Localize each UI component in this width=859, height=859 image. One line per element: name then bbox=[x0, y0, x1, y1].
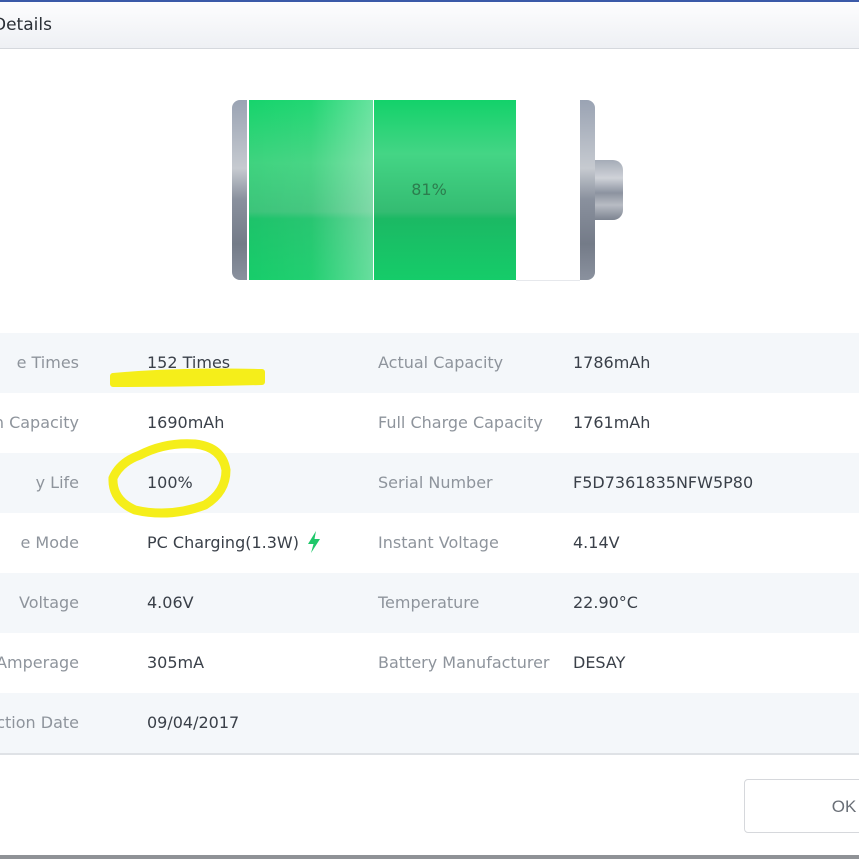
table-row: Voltage 4.06V Temperature 22.90°C bbox=[0, 573, 859, 633]
window-title: Details bbox=[0, 15, 52, 35]
right-value: 1761mAh bbox=[573, 413, 651, 432]
table-row: t Amperage 305mA Battery Manufacturer DE… bbox=[0, 633, 859, 693]
left-value: 4.06V bbox=[147, 593, 194, 612]
left-value: 1690mAh bbox=[147, 413, 225, 432]
right-value: 4.14V bbox=[573, 533, 620, 552]
table-row: e Mode PC Charging(1.3W) Instant Voltage… bbox=[0, 513, 859, 573]
left-value: 305mA bbox=[147, 653, 205, 672]
left-label: Voltage bbox=[18, 593, 79, 612]
battery-cell bbox=[249, 100, 373, 280]
table-row: y Life 100% Serial Number F5D7361835NFW5… bbox=[0, 453, 859, 513]
battery-empty-area bbox=[516, 100, 580, 281]
title-bar[interactable]: Details bbox=[0, 2, 859, 49]
left-value: 100% bbox=[147, 473, 193, 492]
details-table: e Times 152 Times Actual Capacity 1786mA… bbox=[0, 333, 859, 753]
left-label: t Amperage bbox=[0, 653, 79, 672]
left-value: 09/04/2017 bbox=[147, 713, 240, 732]
ok-button[interactable]: OK bbox=[744, 779, 859, 833]
table-divider bbox=[0, 753, 859, 755]
battery-terminal bbox=[595, 160, 623, 220]
left-label: e Mode bbox=[20, 533, 79, 552]
lightning-bolt-icon bbox=[307, 531, 320, 553]
right-label: Instant Voltage bbox=[378, 533, 499, 552]
right-label: Actual Capacity bbox=[378, 353, 504, 372]
left-label: e Times bbox=[16, 353, 79, 372]
left-label: ction Date bbox=[0, 713, 79, 732]
right-label: Temperature bbox=[378, 593, 480, 612]
right-value: 22.90°C bbox=[573, 593, 638, 612]
table-row: n Capacity 1690mAh Full Charge Capacity … bbox=[0, 393, 859, 453]
right-value: DESAY bbox=[573, 653, 626, 672]
table-row: ction Date 09/04/2017 bbox=[0, 693, 859, 753]
left-label: n Capacity bbox=[0, 413, 79, 432]
left-value: 152 Times bbox=[147, 353, 231, 372]
right-label: Battery Manufacturer bbox=[378, 653, 550, 672]
battery-percent-label: 81% bbox=[411, 180, 447, 199]
battery-graphic: 81% bbox=[232, 100, 627, 282]
right-value: F5D7361835NFW5P80 bbox=[573, 473, 754, 492]
window-bottom-border bbox=[0, 855, 859, 859]
left-value: PC Charging(1.3W) bbox=[147, 531, 321, 553]
right-label: Full Charge Capacity bbox=[378, 413, 543, 432]
charge-mode-text: PC Charging(1.3W) bbox=[147, 533, 299, 552]
battery-right-cap bbox=[580, 100, 595, 280]
table-row: e Times 152 Times Actual Capacity 1786mA… bbox=[0, 333, 859, 393]
left-label: y Life bbox=[35, 473, 79, 492]
right-label: Serial Number bbox=[378, 473, 493, 492]
right-value: 1786mAh bbox=[573, 353, 651, 372]
battery-left-cap bbox=[232, 100, 247, 280]
